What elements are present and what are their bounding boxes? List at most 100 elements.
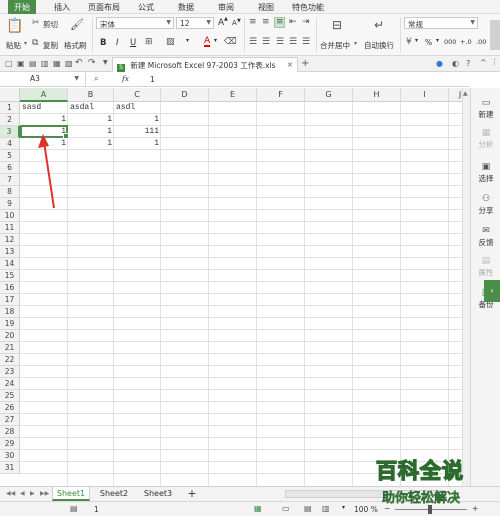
font-size-select[interactable]: 12 ▼ bbox=[176, 17, 214, 29]
normal-view-icon[interactable]: ▦ bbox=[254, 504, 262, 513]
wrap-text-icon[interactable]: ↵ bbox=[374, 18, 384, 32]
bold-button[interactable]: B bbox=[100, 38, 106, 48]
print-preview-icon[interactable]: ▦ bbox=[53, 59, 61, 68]
next-sheet-icon[interactable]: ▶ bbox=[30, 490, 35, 497]
menu-tab-insert[interactable]: 插入 bbox=[54, 2, 70, 13]
vertical-scrollbar[interactable]: ▲ bbox=[462, 88, 470, 486]
spreadsheet-grid[interactable]: A B C D E F G H I J 1 2 3 4 5 6 7 8 9 10 11 12 13 14 15 16 17 18 19 2… bbox=[0, 88, 462, 486]
align-top-icon[interactable]: ≡ bbox=[249, 17, 257, 27]
panel-toggle-chevron-icon[interactable]: › bbox=[484, 280, 500, 302]
column-header-h[interactable]: H bbox=[353, 88, 401, 102]
fill-color-dropdown-icon[interactable]: ▾ bbox=[186, 37, 189, 44]
cell-a4[interactable]: 1 bbox=[20, 138, 68, 150]
fill-color-icon[interactable]: ▨ bbox=[166, 37, 175, 47]
column-header-c[interactable]: C bbox=[114, 88, 161, 102]
thousands-separator-button[interactable]: 000 bbox=[444, 38, 456, 46]
decimal-increase-button[interactable]: +.0 bbox=[460, 38, 472, 46]
row-header-12[interactable]: 12 bbox=[0, 234, 20, 246]
column-header-f[interactable]: F bbox=[257, 88, 305, 102]
row-header-29[interactable]: 29 bbox=[0, 438, 20, 450]
row-header-25[interactable]: 25 bbox=[0, 390, 20, 402]
currency-dropdown-icon[interactable]: ▾ bbox=[415, 37, 418, 44]
first-sheet-icon[interactable]: ◀◀ bbox=[6, 490, 15, 497]
row-header-7[interactable]: 7 bbox=[0, 174, 20, 186]
align-middle-icon[interactable]: ≡ bbox=[262, 17, 270, 27]
prev-sheet-icon[interactable]: ◀ bbox=[20, 490, 25, 497]
row-header-19[interactable]: 19 bbox=[0, 318, 20, 330]
row-header-26[interactable]: 26 bbox=[0, 402, 20, 414]
row-header-15[interactable]: 15 bbox=[0, 270, 20, 282]
chevron-down-icon[interactable]: ▼ bbox=[103, 59, 108, 66]
row-header-21[interactable]: 21 bbox=[0, 342, 20, 354]
save-icon[interactable]: ▤ bbox=[29, 59, 37, 68]
collapse-ribbon-icon[interactable]: ^ bbox=[480, 58, 487, 67]
row-header-2[interactable]: 2 bbox=[0, 114, 20, 126]
ribbon-scroll-handle[interactable] bbox=[490, 20, 500, 50]
column-header-g[interactable]: G bbox=[305, 88, 353, 102]
menu-tab-data[interactable]: 数据 bbox=[178, 2, 194, 13]
cell-c2[interactable]: 1 bbox=[114, 114, 161, 126]
zoom-search-icon[interactable]: ⌕ bbox=[94, 74, 98, 84]
row-header-13[interactable]: 13 bbox=[0, 246, 20, 258]
help-icon[interactable]: ? bbox=[466, 59, 470, 68]
scroll-up-icon[interactable]: ▲ bbox=[463, 90, 470, 100]
paste-icon[interactable]: 📋 bbox=[6, 18, 23, 34]
row-header-22[interactable]: 22 bbox=[0, 354, 20, 366]
decimal-decrease-button[interactable]: .00 bbox=[476, 38, 486, 46]
cell-a1[interactable]: sasd bbox=[20, 102, 68, 114]
font-name-select[interactable]: 宋体 ▼ bbox=[96, 17, 174, 29]
close-icon[interactable]: × bbox=[287, 60, 293, 69]
undo-icon[interactable]: ↶ bbox=[75, 58, 83, 68]
more-icon[interactable]: ⋮ bbox=[491, 58, 498, 66]
number-format-select[interactable]: 常规 ▼ bbox=[404, 17, 478, 29]
cut-icon[interactable]: ✂ bbox=[32, 18, 40, 28]
row-header-5[interactable]: 5 bbox=[0, 150, 20, 162]
row-header-11[interactable]: 11 bbox=[0, 222, 20, 234]
border-icon[interactable]: ⊞ bbox=[145, 37, 153, 47]
distribute-icon[interactable]: ☰ bbox=[302, 37, 310, 47]
row-header-23[interactable]: 23 bbox=[0, 366, 20, 378]
clear-format-icon[interactable]: ⌫ bbox=[224, 37, 237, 47]
skin-icon[interactable]: ◐ bbox=[452, 59, 459, 68]
row-header-14[interactable]: 14 bbox=[0, 258, 20, 270]
row-header-1[interactable]: 1 bbox=[0, 102, 20, 114]
indent-increase-icon[interactable]: ⇥ bbox=[302, 17, 310, 27]
format-painter-icon[interactable]: 🖌 bbox=[70, 18, 84, 31]
align-left-icon[interactable]: ☰ bbox=[249, 37, 257, 47]
cloud-sync-icon[interactable]: ● bbox=[436, 59, 443, 68]
row-header-28[interactable]: 28 bbox=[0, 426, 20, 438]
page-break-view-icon[interactable]: ▤ bbox=[304, 504, 312, 513]
panel-analyze-button[interactable]: ▦ 分析 bbox=[471, 128, 500, 150]
row-header-8[interactable]: 8 bbox=[0, 186, 20, 198]
justify-icon[interactable]: ☰ bbox=[289, 37, 297, 47]
cut-button[interactable]: 剪切 bbox=[43, 19, 58, 30]
open-file-icon[interactable]: ▣ bbox=[17, 59, 25, 68]
cell-c3[interactable]: 111 bbox=[114, 126, 161, 138]
column-header-d[interactable]: D bbox=[161, 88, 209, 102]
last-sheet-icon[interactable]: ▶▶ bbox=[40, 490, 49, 497]
menu-tab-special[interactable]: 特色功能 bbox=[292, 2, 324, 13]
row-header-9[interactable]: 9 bbox=[0, 198, 20, 210]
page-layout-view-icon[interactable]: ▭ bbox=[282, 504, 290, 513]
sheet-tab-sheet1[interactable]: Sheet1 bbox=[52, 487, 90, 501]
percent-dropdown-icon[interactable]: ▾ bbox=[436, 37, 439, 44]
active-cell-border[interactable] bbox=[20, 125, 69, 139]
menu-tab-home[interactable]: 开始 bbox=[8, 0, 36, 14]
menu-tab-view[interactable]: 视图 bbox=[258, 2, 274, 13]
font-color-button[interactable]: A bbox=[204, 37, 211, 47]
menu-tab-review[interactable]: 审阅 bbox=[218, 2, 234, 13]
row-header-6[interactable]: 6 bbox=[0, 162, 20, 174]
name-box[interactable]: A3 ▼ bbox=[0, 73, 86, 86]
cell-b2[interactable]: 1 bbox=[68, 114, 114, 126]
column-header-e[interactable]: E bbox=[209, 88, 257, 102]
indent-decrease-icon[interactable]: ⇤ bbox=[289, 17, 297, 27]
export-icon[interactable]: ▧ bbox=[65, 59, 73, 68]
align-right-icon[interactable]: ☰ bbox=[276, 37, 284, 47]
row-header-24[interactable]: 24 bbox=[0, 378, 20, 390]
row-header-4[interactable]: 4 bbox=[0, 138, 20, 150]
formula-input[interactable]: 1 bbox=[150, 75, 155, 84]
zoom-dropdown-icon[interactable]: ▾ bbox=[342, 504, 345, 511]
row-header-17[interactable]: 17 bbox=[0, 294, 20, 306]
wrap-text-button[interactable]: 自动换行 bbox=[364, 40, 394, 51]
merge-center-button[interactable]: 合并居中 bbox=[320, 40, 350, 51]
